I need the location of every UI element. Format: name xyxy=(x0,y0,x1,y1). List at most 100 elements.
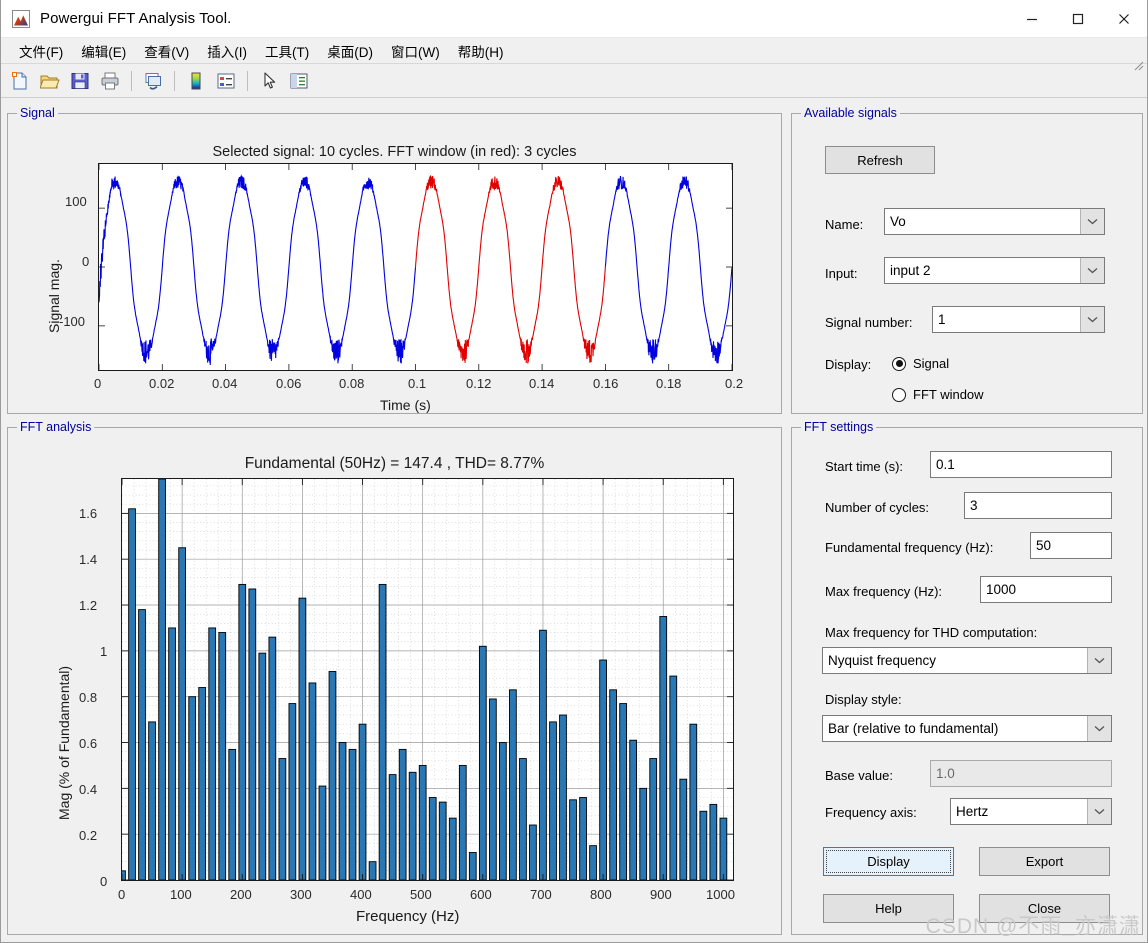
base-value-value: 1.0 xyxy=(936,766,955,781)
fft-ytick-1: 1 xyxy=(100,644,108,659)
fft-bar xyxy=(238,583,247,880)
radio-fft-window[interactable]: FFT window xyxy=(892,387,984,402)
fft-xlabel: Frequency (Hz) xyxy=(356,908,460,925)
fft-bar xyxy=(268,636,277,880)
matlab-icon xyxy=(12,9,30,28)
fft-bar xyxy=(258,652,267,880)
menu-view[interactable]: 查看(V) xyxy=(135,39,198,63)
display-style-select[interactable]: Bar (relative to fundamental) xyxy=(822,715,1112,742)
pointer-icon[interactable] xyxy=(255,67,283,95)
name-select[interactable]: Vo xyxy=(884,208,1105,235)
chevron-down-icon[interactable] xyxy=(1087,648,1111,673)
tool-bar xyxy=(1,64,1147,98)
base-value-label: Base value: xyxy=(825,768,893,783)
signal-number-select[interactable]: 1 xyxy=(932,306,1105,333)
name-select-value: Vo xyxy=(890,214,906,229)
signal-xtick-01: 0.1 xyxy=(408,376,427,391)
fft-bar xyxy=(138,609,146,880)
print-icon[interactable] xyxy=(96,67,124,95)
toolbar-separator-2 xyxy=(174,70,175,91)
fft-bar xyxy=(689,723,698,880)
start-time-label: Start time (s): xyxy=(825,459,904,474)
chevron-down-icon[interactable] xyxy=(1080,258,1104,283)
fft-settings-panel-title: FFT settings xyxy=(801,420,877,434)
resize-grip[interactable] xyxy=(1134,58,1144,71)
minimize-button[interactable] xyxy=(1009,0,1055,38)
cycles-input[interactable]: 3 xyxy=(964,492,1112,519)
toolbar-separator-3 xyxy=(247,70,248,91)
signal-xtick-018: 0.18 xyxy=(656,376,682,391)
menu-window[interactable]: 窗口(W) xyxy=(382,39,449,63)
chevron-down-icon[interactable] xyxy=(1080,307,1104,332)
fft-ytick-1.6: 1.6 xyxy=(79,506,98,521)
fft-bar xyxy=(148,721,156,880)
radio-signal-dot[interactable] xyxy=(892,356,906,371)
fft-bar xyxy=(649,758,658,880)
menu-bar: 文件(F) 编辑(E) 查看(V) 插入(I) 工具(T) 桌面(D) 窗口(W… xyxy=(1,38,1147,64)
close-button[interactable] xyxy=(1101,0,1147,38)
menu-desktop[interactable]: 桌面(D) xyxy=(318,39,382,63)
signal-xtick-016: 0.16 xyxy=(593,376,619,391)
legend-icon[interactable] xyxy=(212,67,240,95)
fft-xtick-800: 800 xyxy=(590,887,612,902)
fft-bar xyxy=(398,748,407,880)
colorbar-icon[interactable] xyxy=(182,67,210,95)
fft-bar xyxy=(589,845,597,880)
fft-analysis-panel: FFT analysis Fundamental (50Hz) = 147.4 … xyxy=(7,420,782,935)
menu-tools[interactable]: 工具(T) xyxy=(256,39,318,63)
fft-ytick-0.2: 0.2 xyxy=(79,828,98,843)
name-label: Name: xyxy=(825,217,864,232)
fft-bar xyxy=(428,797,437,880)
fft-bar xyxy=(418,764,427,880)
menu-insert[interactable]: 插入(I) xyxy=(198,39,256,63)
fft-ytick-0.6: 0.6 xyxy=(79,736,98,751)
fft-bar xyxy=(378,583,387,880)
fft-bar xyxy=(549,721,557,880)
fft-bar xyxy=(458,764,467,880)
menu-file[interactable]: 文件(F) xyxy=(10,39,72,63)
open-file-icon[interactable] xyxy=(36,67,64,95)
fft-bar xyxy=(178,547,186,880)
menu-edit[interactable]: 编辑(E) xyxy=(72,39,135,63)
fundamental-input[interactable]: 50 xyxy=(1030,532,1112,559)
fft-bar xyxy=(609,689,618,880)
max-frequency-thd-select[interactable]: Nyquist frequency xyxy=(822,647,1112,674)
fft-bar xyxy=(328,671,337,880)
frequency-axis-label: Frequency axis: xyxy=(825,805,917,820)
fft-xtick-300: 300 xyxy=(290,887,312,902)
fft-xtick-700: 700 xyxy=(530,887,552,902)
chevron-down-icon[interactable] xyxy=(1087,716,1111,741)
fft-xtick-1000: 1000 xyxy=(706,887,735,902)
fft-ytick-1.4: 1.4 xyxy=(79,552,98,567)
new-figure-icon[interactable] xyxy=(6,67,34,95)
link-plot-icon[interactable] xyxy=(139,67,167,95)
fft-bar xyxy=(318,785,327,880)
start-time-value: 0.1 xyxy=(936,457,955,472)
chevron-down-icon[interactable] xyxy=(1080,209,1104,234)
fft-bar xyxy=(579,797,587,880)
property-editor-icon[interactable] xyxy=(285,67,313,95)
powergui-fft-window: Powergui FFT Analysis Tool. 文件(F) 编辑(E) … xyxy=(0,0,1148,943)
base-value-input: 1.0 xyxy=(930,760,1112,787)
maximize-button[interactable] xyxy=(1055,0,1101,38)
radio-fft-window-dot[interactable] xyxy=(892,387,906,402)
display-button[interactable]: Display xyxy=(823,847,954,876)
fft-bar xyxy=(569,799,577,880)
radio-signal[interactable]: Signal xyxy=(892,356,949,371)
max-frequency-input[interactable]: 1000 xyxy=(980,576,1112,603)
frequency-axis-value: Hertz xyxy=(956,804,989,819)
signal-ytick-n100: -100 xyxy=(59,314,86,329)
fft-bar xyxy=(468,852,477,880)
chevron-down-icon[interactable] xyxy=(1087,799,1111,824)
signal-number-label: Signal number: xyxy=(825,315,913,330)
input-select[interactable]: input 2 xyxy=(884,257,1105,284)
export-button[interactable]: Export xyxy=(979,847,1110,876)
title-bar: Powergui FFT Analysis Tool. xyxy=(1,0,1147,38)
save-icon[interactable] xyxy=(66,67,94,95)
frequency-axis-select[interactable]: Hertz xyxy=(950,798,1112,825)
refresh-button[interactable]: Refresh xyxy=(825,146,935,174)
menu-help[interactable]: 帮助(H) xyxy=(449,39,513,63)
fft-ylabel: Mag (% of Fundamental) xyxy=(56,665,72,820)
fft-bar xyxy=(529,824,537,880)
start-time-input[interactable]: 0.1 xyxy=(930,451,1112,478)
